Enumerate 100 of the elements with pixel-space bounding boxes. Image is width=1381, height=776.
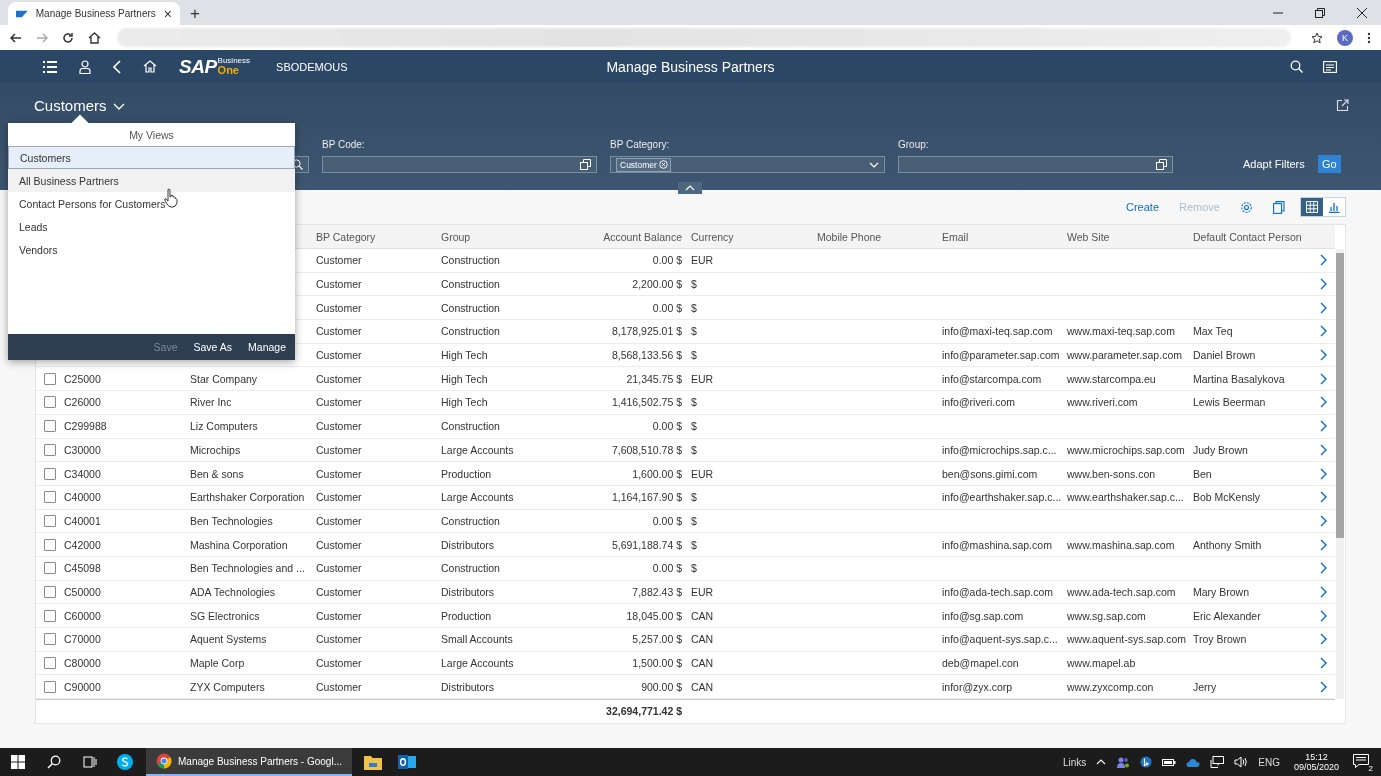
remove-token-icon[interactable]: [658, 160, 668, 169]
settings-icon[interactable]: [1240, 200, 1253, 214]
toolbar-action[interactable]: Create: [1126, 201, 1160, 213]
column-header[interactable]: Default Contact Person: [1193, 230, 1309, 243]
navigate-chevron-icon[interactable]: [1319, 657, 1327, 670]
battery-icon[interactable]: [1162, 757, 1177, 767]
scrollbar[interactable]: [1336, 249, 1344, 699]
table-view-toggle[interactable]: [1301, 198, 1323, 216]
row-checkbox[interactable]: [44, 633, 56, 646]
volume-icon[interactable]: [1234, 756, 1249, 768]
people-icon[interactable]: [1116, 756, 1131, 768]
column-header[interactable]: Mobile Phone: [817, 230, 942, 243]
share-icon[interactable]: [1336, 98, 1349, 112]
column-header[interactable]: Account Balance: [566, 230, 691, 243]
navigate-chevron-icon[interactable]: [1319, 538, 1327, 551]
row-checkbox[interactable]: [44, 396, 56, 409]
chart-view-toggle[interactable]: [1323, 198, 1345, 216]
copy-icon[interactable]: [1273, 200, 1286, 214]
clock-date[interactable]: 09/05/2020: [1293, 762, 1339, 773]
row-checkbox[interactable]: [44, 562, 56, 575]
filter-field[interactable]: [898, 156, 1173, 173]
view-list-item[interactable]: Contact Persons for Customers: [8, 192, 295, 215]
navigate-chevron-icon[interactable]: [1319, 301, 1327, 314]
close-tab-button[interactable]: ×: [163, 6, 172, 21]
go-button[interactable]: Go: [1317, 155, 1341, 173]
reload-icon[interactable]: [62, 31, 74, 44]
popover-action[interactable]: Manage: [248, 341, 286, 353]
value-help-icon[interactable]: [1156, 159, 1167, 170]
star-icon[interactable]: [1311, 31, 1323, 44]
chrome-icon[interactable]: [156, 753, 172, 769]
chevron-up-icon[interactable]: [685, 185, 695, 191]
bar-chart-icon[interactable]: [1328, 201, 1340, 213]
navigate-chevron-icon[interactable]: [1319, 562, 1327, 575]
search-icon[interactable]: [47, 755, 61, 769]
table-grid-icon[interactable]: [1306, 201, 1318, 213]
navigate-chevron-icon[interactable]: [1319, 349, 1327, 362]
browser-taskbar-button[interactable]: Manage Business Partners - Googl...: [146, 748, 352, 776]
network-icon[interactable]: [1210, 756, 1225, 768]
navigate-chevron-icon[interactable]: [1319, 467, 1327, 480]
close-icon[interactable]: [1357, 7, 1367, 18]
notifications-list-icon[interactable]: [1323, 60, 1337, 73]
adapt-filters-button[interactable]: Adapt Filters: [1243, 158, 1305, 170]
navigate-chevron-icon[interactable]: [1319, 254, 1327, 267]
profile-avatar[interactable]: K: [1337, 29, 1353, 46]
row-checkbox[interactable]: [44, 609, 56, 622]
filter-token[interactable]: Customer: [616, 157, 671, 172]
chevron-down-icon[interactable]: [112, 102, 125, 110]
row-checkbox[interactable]: [44, 585, 56, 598]
filter-field[interactable]: [322, 156, 597, 173]
navigate-chevron-icon[interactable]: [1319, 633, 1327, 646]
row-checkbox[interactable]: [44, 491, 56, 504]
action-center-button[interactable]: 2: [1353, 754, 1371, 770]
navigate-chevron-icon[interactable]: [1319, 396, 1327, 409]
row-checkbox[interactable]: [44, 420, 56, 433]
filter-field[interactable]: Customer: [610, 156, 885, 173]
navigate-chevron-icon[interactable]: [1319, 372, 1327, 385]
view-list-item[interactable]: Vendors: [8, 238, 295, 261]
outlook-icon[interactable]: [398, 754, 416, 770]
navigate-chevron-icon[interactable]: [1319, 491, 1327, 504]
navigate-chevron-icon[interactable]: [1319, 420, 1327, 433]
column-header[interactable]: Web Site: [1067, 230, 1193, 243]
links-toolbar[interactable]: Links: [1062, 756, 1087, 768]
skype-icon[interactable]: [116, 753, 134, 771]
user-icon[interactable]: [79, 59, 91, 74]
view-list-item[interactable]: All Business Partners: [8, 169, 295, 192]
row-checkbox[interactable]: [44, 372, 56, 385]
bing-icon[interactable]: [1140, 756, 1153, 768]
navigate-chevron-icon[interactable]: [1319, 609, 1327, 622]
show-hidden-icons-icon[interactable]: [1096, 759, 1107, 765]
navigate-chevron-icon[interactable]: [1319, 585, 1327, 598]
more-menu-icon[interactable]: [1367, 31, 1371, 44]
row-checkbox[interactable]: [44, 657, 56, 670]
column-header[interactable]: Email: [942, 230, 1067, 243]
search-icon[interactable]: [1290, 60, 1303, 73]
cloud-icon[interactable]: [1186, 757, 1201, 767]
browser-tab[interactable]: Manage Business Partners ×: [8, 2, 180, 25]
column-header[interactable]: Currency: [691, 230, 817, 243]
new-tab-button[interactable]: +: [190, 5, 200, 22]
menu-list-icon[interactable]: [43, 60, 57, 73]
navigate-chevron-icon[interactable]: [1319, 325, 1327, 338]
view-list-item[interactable]: Customers: [8, 146, 295, 169]
task-view-icon[interactable]: [83, 755, 97, 769]
view-list-item[interactable]: Leads: [8, 215, 295, 238]
value-help-icon[interactable]: [580, 159, 591, 170]
navigate-chevron-icon[interactable]: [1319, 278, 1327, 291]
row-checkbox[interactable]: [44, 680, 56, 693]
navigate-chevron-icon[interactable]: [1319, 680, 1327, 693]
row-checkbox[interactable]: [44, 514, 56, 527]
navigate-chevron-icon[interactable]: [1319, 443, 1327, 456]
back-icon[interactable]: [10, 31, 22, 44]
column-header[interactable]: BP Category: [316, 230, 441, 243]
folder-icon[interactable]: [364, 754, 382, 770]
collapse-header-button[interactable]: [678, 182, 702, 194]
windows-start-icon[interactable]: [11, 755, 25, 769]
row-checkbox[interactable]: [44, 538, 56, 551]
restore-icon[interactable]: [1315, 7, 1325, 18]
clock-time[interactable]: 15:12: [1305, 751, 1328, 762]
navigate-chevron-icon[interactable]: [1319, 514, 1327, 527]
row-checkbox[interactable]: [44, 443, 56, 456]
popover-action[interactable]: Save As: [193, 341, 233, 353]
